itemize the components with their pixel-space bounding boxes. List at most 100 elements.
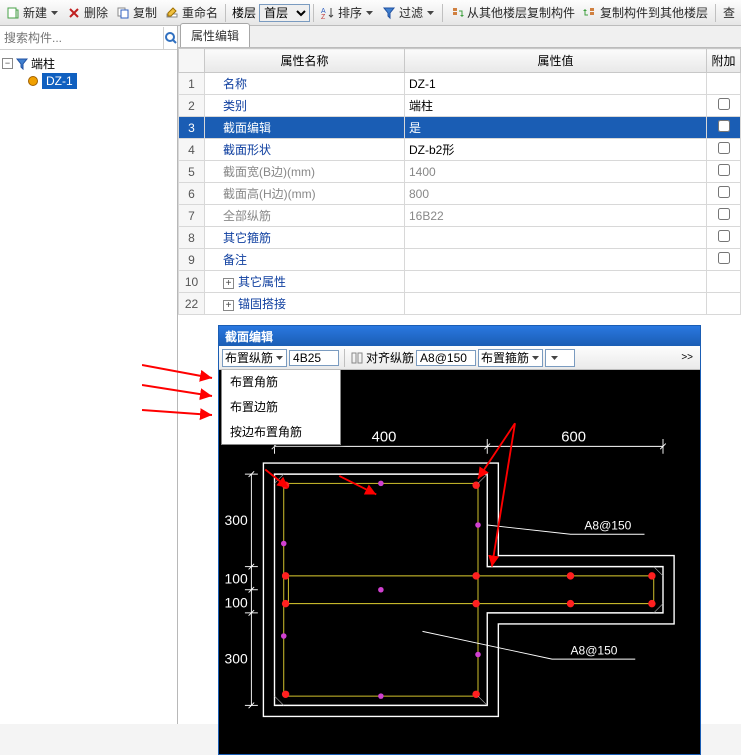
addon-checkbox[interactable] (718, 252, 730, 264)
prop-value-cell[interactable] (405, 271, 707, 293)
copy-button[interactable]: 复制 (112, 2, 161, 23)
prop-value-cell[interactable]: DZ-1 (405, 73, 707, 95)
row-num: 8 (179, 227, 205, 249)
stirrup-type-combo[interactable] (545, 349, 575, 367)
prop-value-cell[interactable]: 800 (405, 183, 707, 205)
property-row[interactable]: 1名称DZ-1 (179, 73, 741, 95)
prop-addon-cell[interactable] (707, 161, 741, 183)
floor-select[interactable]: 首层 (259, 4, 310, 22)
prop-addon-cell[interactable] (707, 249, 741, 271)
addon-checkbox[interactable] (718, 120, 730, 132)
addon-checkbox[interactable] (718, 186, 730, 198)
search-row (0, 26, 177, 50)
tree-item-label: DZ-1 (42, 73, 77, 89)
addon-checkbox[interactable] (718, 230, 730, 242)
property-row[interactable]: 3截面编辑是 (179, 117, 741, 139)
prop-addon-cell[interactable] (707, 183, 741, 205)
prop-value-cell[interactable]: 1400 (405, 161, 707, 183)
search-button[interactable] (163, 27, 178, 49)
prop-value-cell[interactable] (405, 249, 707, 271)
prop-value-cell[interactable]: DZ-b2形 (405, 139, 707, 161)
rename-button[interactable]: 重命名 (161, 2, 222, 23)
new-button[interactable]: 新建 (2, 2, 63, 23)
menu-corner-by-edge[interactable]: 按边布置角筋 (222, 419, 340, 444)
row-num: 7 (179, 205, 205, 227)
search-input[interactable] (0, 29, 163, 47)
layout-stirrup-combo[interactable]: 布置箍筋 (478, 349, 543, 367)
col-header-index (179, 49, 205, 73)
stirrup-value-input[interactable] (416, 350, 476, 366)
property-row[interactable]: 2类别端柱 (179, 95, 741, 117)
layout-rebar-combo[interactable]: 布置纵筋 (222, 349, 287, 367)
copy-from-floor-button[interactable]: 从其他楼层复制构件 (446, 2, 579, 23)
align-icon[interactable] (350, 351, 364, 365)
prop-addon-cell[interactable] (707, 227, 741, 249)
filter-icon (16, 58, 28, 70)
tab-property-edit[interactable]: 属性编辑 (180, 23, 250, 47)
prop-addon-cell[interactable] (707, 139, 741, 161)
prop-value-cell[interactable]: 端柱 (405, 95, 707, 117)
filter-button[interactable]: 过滤 (378, 2, 439, 23)
property-row[interactable]: 4截面形状DZ-b2形 (179, 139, 741, 161)
separator (442, 4, 443, 22)
section-editor-panel: 截面编辑 布置纵筋 对齐纵筋 布置箍筋 (218, 325, 701, 755)
prop-value-cell[interactable] (405, 227, 707, 249)
row-num: 1 (179, 73, 205, 95)
expand-icon[interactable]: + (223, 300, 234, 311)
annotation-arrow (142, 360, 222, 440)
copy-to-label: 复制构件到其他楼层 (600, 4, 708, 21)
tab-bar: 属性编辑 (178, 26, 741, 48)
prop-addon-cell[interactable] (707, 271, 741, 293)
prop-name-cell: 截面宽(B边)(mm) (205, 161, 405, 183)
prop-name-cell: 截面编辑 (205, 117, 405, 139)
separator (225, 4, 226, 22)
property-row[interactable]: 7全部纵筋16B22 (179, 205, 741, 227)
component-icon (28, 76, 38, 86)
more-button[interactable]: >> (677, 352, 697, 363)
rebar-value-input[interactable] (289, 350, 339, 366)
sort-button[interactable]: AZ 排序 (317, 2, 378, 23)
tree-root[interactable]: − 端柱 (2, 54, 175, 73)
prop-value-cell[interactable] (405, 293, 707, 315)
addon-checkbox[interactable] (718, 164, 730, 176)
property-row[interactable]: 10+其它属性 (179, 271, 741, 293)
menu-corner-rebar[interactable]: 布置角筋 (222, 370, 340, 394)
prop-value-cell[interactable]: 16B22 (405, 205, 707, 227)
align-rebar-label[interactable]: 对齐纵筋 (366, 349, 414, 366)
menu-edge-rebar[interactable]: 布置边筋 (222, 394, 340, 419)
addon-checkbox[interactable] (718, 142, 730, 154)
tree-item-dz1[interactable]: DZ-1 (28, 73, 175, 89)
prop-addon-cell[interactable] (707, 117, 741, 139)
expand-icon[interactable]: + (223, 278, 234, 289)
property-row[interactable]: 8其它箍筋 (179, 227, 741, 249)
prop-addon-cell[interactable] (707, 73, 741, 95)
prop-addon-cell[interactable] (707, 205, 741, 227)
property-row[interactable]: 6截面高(H边)(mm)800 (179, 183, 741, 205)
rename-label: 重命名 (182, 4, 218, 21)
row-num: 4 (179, 139, 205, 161)
separator (344, 349, 345, 367)
check-label: 查 (723, 4, 735, 21)
addon-checkbox[interactable] (718, 98, 730, 110)
prop-name-cell: 名称 (205, 73, 405, 95)
row-num: 9 (179, 249, 205, 271)
property-row[interactable]: 5截面宽(B边)(mm)1400 (179, 161, 741, 183)
cad-canvas[interactable]: 布置角筋 布置边筋 按边布置角筋 (219, 370, 700, 754)
stirrup-label-2: A8@150 (571, 644, 618, 658)
prop-value-cell[interactable]: 是 (405, 117, 707, 139)
check-button[interactable]: 查 (719, 2, 739, 23)
addon-checkbox[interactable] (718, 208, 730, 220)
prop-name-cell: 截面形状 (205, 139, 405, 161)
property-row[interactable]: 9备注 (179, 249, 741, 271)
dim-100a: 100 (225, 570, 248, 586)
collapse-icon[interactable]: − (2, 58, 13, 69)
dim-300b: 300 (225, 651, 248, 667)
prop-addon-cell[interactable] (707, 95, 741, 117)
prop-addon-cell[interactable] (707, 293, 741, 315)
property-row[interactable]: 22+锚固搭接 (179, 293, 741, 315)
prop-name-cell: 类别 (205, 95, 405, 117)
dim-600: 600 (561, 430, 586, 446)
row-num: 3 (179, 117, 205, 139)
copy-to-floor-button[interactable]: 复制构件到其他楼层 (579, 2, 712, 23)
delete-button[interactable]: 删除 (63, 2, 112, 23)
